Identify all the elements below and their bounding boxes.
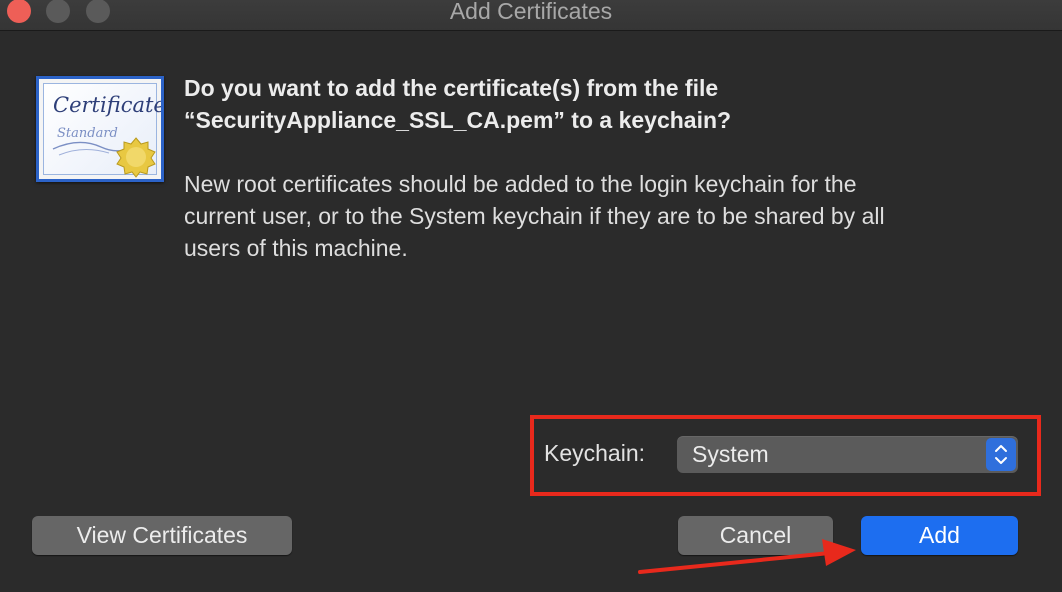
dialog-info-text: New root certificates should be added to…	[184, 168, 1044, 264]
info-line: New root certificates should be added to…	[184, 171, 857, 197]
keychain-label: Keychain:	[544, 440, 646, 466]
chevron-updown-icon	[986, 438, 1016, 471]
info-line: users of this machine.	[184, 235, 408, 261]
window-title: Add Certificates	[449, 0, 613, 24]
certificate-script-text: Certificate	[53, 93, 161, 117]
dialog-question: Do you want to add the certificate(s) fr…	[184, 72, 1044, 136]
certificate-icon: Certificate Standard	[36, 76, 164, 182]
question-line: Do you want to add the certificate(s) fr…	[184, 75, 719, 101]
keychain-select[interactable]: System	[677, 436, 1018, 473]
question-line: “SecurityAppliance_SSL_CA.pem” to a keyc…	[184, 107, 732, 133]
add-button[interactable]: Add	[861, 516, 1018, 555]
standard-script-text: Standard	[57, 126, 118, 141]
cancel-button[interactable]: Cancel	[678, 516, 833, 555]
keychain-selected-value: System	[692, 441, 769, 467]
title-bar: Add Certificates	[0, 0, 1062, 31]
view-certificates-button[interactable]: View Certificates	[32, 516, 292, 555]
info-line: current user, or to the System keychain …	[184, 203, 885, 229]
